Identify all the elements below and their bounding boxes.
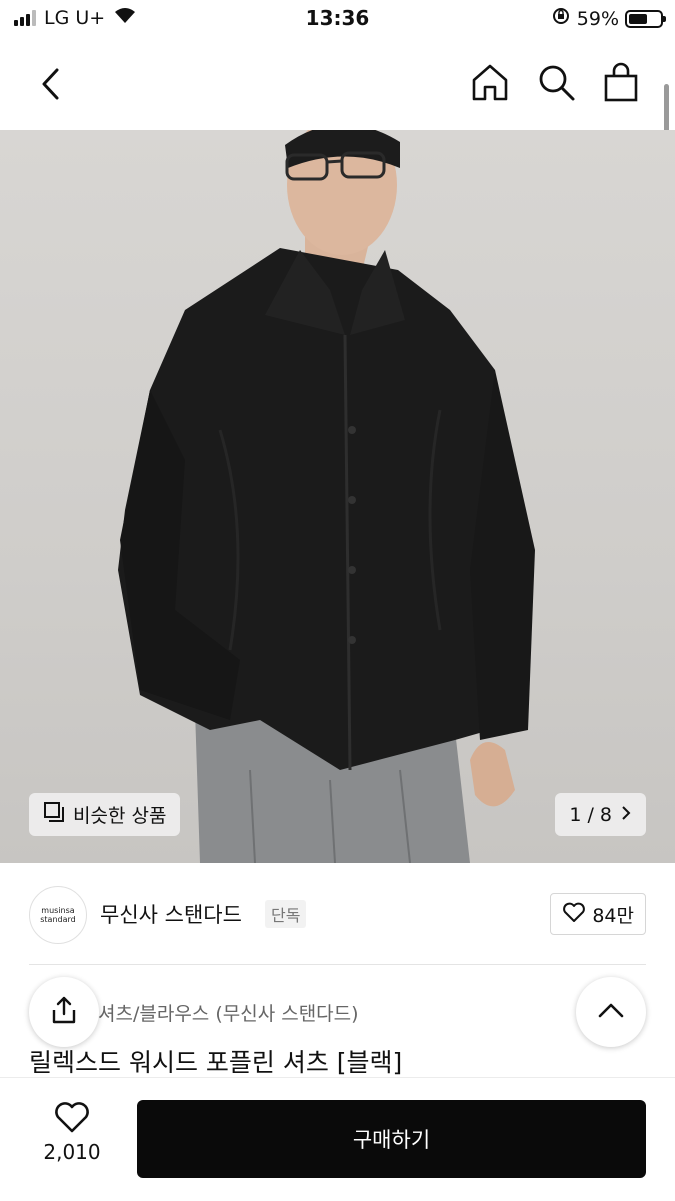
similar-products-label: 비슷한 상품 bbox=[73, 805, 167, 827]
category-breadcrumb[interactable]: 셔츠/블라우스 (무신사 스탠다드) bbox=[98, 999, 359, 1026]
shopping-bag-icon[interactable] bbox=[599, 60, 643, 104]
similar-products-button[interactable]: 비슷한 상품 bbox=[29, 793, 181, 836]
brand-like-button[interactable]: 84만 bbox=[550, 893, 646, 935]
share-button[interactable] bbox=[29, 977, 99, 1047]
brand-logo-line1: musinsa bbox=[41, 906, 75, 915]
bottom-action-bar: 2,010 구매하기 bbox=[0, 1077, 675, 1201]
battery-icon bbox=[625, 9, 666, 28]
wishlist-button[interactable]: 2,010 bbox=[28, 1100, 116, 1164]
divider bbox=[29, 964, 646, 965]
status-bar: LG U+ 13:36 59% bbox=[0, 0, 675, 38]
buy-button[interactable]: 구매하기 bbox=[137, 1100, 646, 1178]
heart-icon bbox=[53, 1102, 91, 1138]
chevron-right-icon bbox=[620, 804, 632, 826]
wishlist-count: 2,010 bbox=[43, 1140, 101, 1164]
brand-logo-line2: standard bbox=[40, 915, 76, 924]
brand-like-count: 84만 bbox=[592, 904, 634, 927]
search-icon[interactable] bbox=[534, 60, 578, 104]
battery-percent: 59% bbox=[576, 7, 619, 30]
heart-icon bbox=[562, 901, 586, 928]
orientation-lock-icon bbox=[551, 6, 571, 31]
model-photo bbox=[118, 130, 535, 863]
product-image[interactable]: 비슷한 상품 1 / 8 bbox=[0, 130, 675, 863]
product-title: 릴렉스드 워시드 포플린 셔츠 [블랙] bbox=[29, 1048, 403, 1077]
back-chevron-icon[interactable] bbox=[30, 62, 74, 106]
exclusive-badge: 단독 bbox=[265, 900, 307, 928]
brand-row: musinsa standard 무신사 스탠다드 단독 84만 bbox=[0, 863, 675, 965]
chevron-up-icon bbox=[597, 1001, 625, 1023]
brand-logo[interactable]: musinsa standard bbox=[29, 886, 87, 944]
image-counter-label: 1 / 8 bbox=[569, 803, 612, 826]
status-right: 59% bbox=[551, 6, 666, 31]
share-icon bbox=[49, 995, 79, 1029]
image-counter[interactable]: 1 / 8 bbox=[555, 793, 646, 836]
scroll-top-button[interactable] bbox=[576, 977, 646, 1047]
home-icon[interactable] bbox=[468, 60, 512, 104]
brand-name[interactable]: 무신사 스탠다드 bbox=[100, 899, 242, 929]
top-nav bbox=[0, 38, 675, 146]
similar-items-icon bbox=[43, 801, 65, 828]
